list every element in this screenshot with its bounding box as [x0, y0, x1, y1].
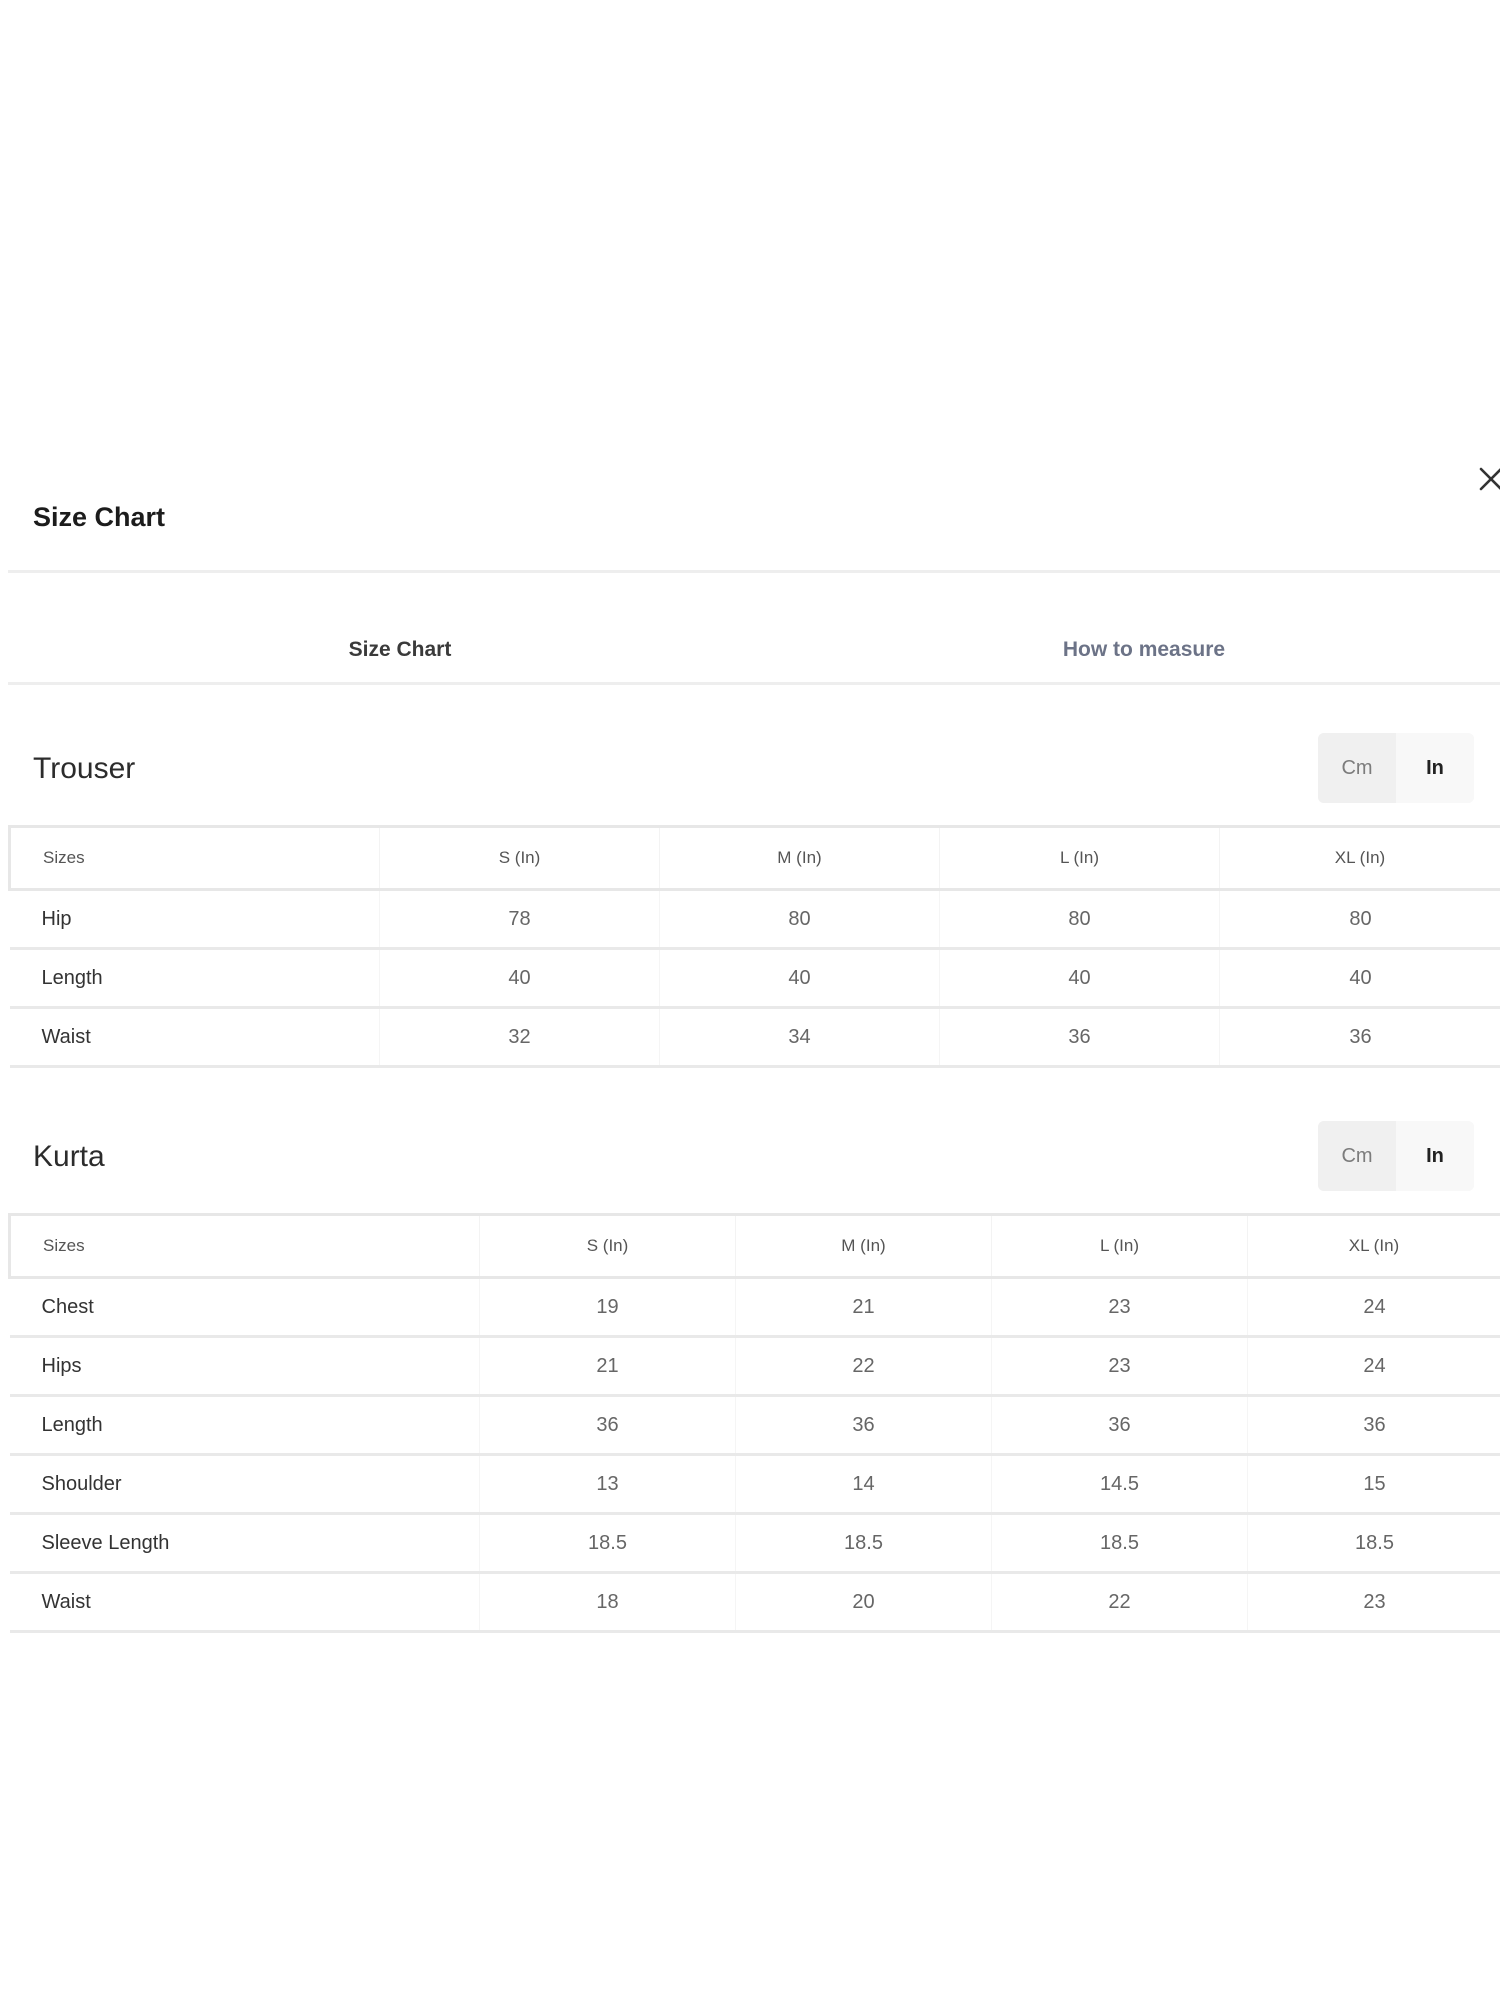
unit-toggle-trouser: Cm In — [1318, 733, 1474, 803]
table-header-row: Sizes S (In) M (In) L (In) XL (In) — [8, 825, 1500, 891]
size-column-header: XL (In) — [1247, 1213, 1500, 1279]
section-title-kurta: Kurta — [33, 1140, 105, 1173]
unit-option-cm[interactable]: Cm — [1318, 1121, 1396, 1191]
measurement-value: 40 — [1219, 948, 1500, 1009]
tabs-divider — [8, 682, 1500, 685]
size-column-header: L (In) — [991, 1213, 1248, 1279]
size-table-trouser: Sizes S (In) M (In) L (In) XL (In) Hip 78 80 80… — [8, 825, 1500, 1068]
table-row: Hip 78 80 80 80 — [9, 889, 1500, 950]
measurement-value: 15 — [1247, 1454, 1500, 1515]
measurement-value: 18.5 — [991, 1513, 1248, 1574]
close-icon — [1479, 467, 1500, 491]
measurement-value: 22 — [991, 1572, 1248, 1633]
measurement-label: Length — [9, 1395, 480, 1456]
measurement-value: 23 — [991, 1336, 1248, 1397]
table-header-row: Sizes S (In) M (In) L (In) XL (In) — [8, 1213, 1500, 1279]
measurement-value: 36 — [1219, 1007, 1500, 1068]
measurement-label: Chest — [9, 1277, 480, 1338]
header-divider — [8, 570, 1500, 573]
measurement-value: 14.5 — [991, 1454, 1248, 1515]
measurement-value: 78 — [379, 889, 660, 950]
measurement-value: 21 — [735, 1277, 992, 1338]
measurement-value: 19 — [479, 1277, 736, 1338]
unit-option-in[interactable]: In — [1396, 1121, 1474, 1191]
measurement-value: 34 — [659, 1007, 940, 1068]
size-column-header: M (In) — [735, 1213, 992, 1279]
measurement-value: 32 — [379, 1007, 660, 1068]
measurement-value: 18.5 — [1247, 1513, 1500, 1574]
measurement-value: 36 — [735, 1395, 992, 1456]
table-row: Length 36 36 36 36 — [9, 1395, 1500, 1456]
measurement-value: 24 — [1247, 1336, 1500, 1397]
measurement-label: Waist — [9, 1007, 380, 1068]
measurement-value: 80 — [659, 889, 940, 950]
measurement-value: 14 — [735, 1454, 992, 1515]
measurement-label: Waist — [9, 1572, 480, 1633]
tab-how-to-measure[interactable]: How to measure — [784, 638, 1500, 662]
measurement-value: 24 — [1247, 1277, 1500, 1338]
size-chart-modal: Size Chart Size Chart How to measure Tro… — [0, 440, 1500, 1640]
size-column-header: L (In) — [939, 825, 1220, 891]
measurement-value: 22 — [735, 1336, 992, 1397]
close-button[interactable] — [1470, 460, 1500, 496]
measurement-value: 40 — [379, 948, 660, 1009]
measurement-value: 20 — [735, 1572, 992, 1633]
size-column-header: S (In) — [479, 1213, 736, 1279]
unit-toggle-kurta: Cm In — [1318, 1121, 1474, 1191]
size-column-header: XL (In) — [1219, 825, 1500, 891]
section-title-trouser: Trouser — [33, 752, 136, 785]
size-column-header: S (In) — [379, 825, 660, 891]
measurement-value: 21 — [479, 1336, 736, 1397]
unit-option-in[interactable]: In — [1396, 733, 1474, 803]
size-column-header: M (In) — [659, 825, 940, 891]
table-row: Waist 32 34 36 36 — [9, 1007, 1500, 1068]
measurement-value: 36 — [939, 1007, 1220, 1068]
table-row: Hips 21 22 23 24 — [9, 1336, 1500, 1397]
measurement-value: 13 — [479, 1454, 736, 1515]
measurement-label: Hip — [9, 889, 380, 950]
measurement-value: 80 — [1219, 889, 1500, 950]
measurement-value: 23 — [991, 1277, 1248, 1338]
measurement-value: 80 — [939, 889, 1220, 950]
measurement-value: 18.5 — [479, 1513, 736, 1574]
measurement-value: 18.5 — [735, 1513, 992, 1574]
measurement-label: Hips — [9, 1336, 480, 1397]
measurement-label: Length — [9, 948, 380, 1009]
table-row: Sleeve Length 18.5 18.5 18.5 18.5 — [9, 1513, 1500, 1574]
table-row: Waist 18 20 22 23 — [9, 1572, 1500, 1633]
table-row: Chest 19 21 23 24 — [9, 1277, 1500, 1338]
sizes-column-header: Sizes — [8, 1213, 480, 1279]
sizes-column-header: Sizes — [8, 825, 380, 891]
measurement-value: 36 — [991, 1395, 1248, 1456]
measurement-label: Shoulder — [9, 1454, 480, 1515]
table-row: Length 40 40 40 40 — [9, 948, 1500, 1009]
tab-size-chart[interactable]: Size Chart — [40, 638, 760, 662]
modal-title: Size Chart — [33, 502, 166, 532]
unit-option-cm[interactable]: Cm — [1318, 733, 1396, 803]
measurement-label: Sleeve Length — [9, 1513, 480, 1574]
measurement-value: 36 — [479, 1395, 736, 1456]
measurement-value: 40 — [659, 948, 940, 1009]
table-row: Shoulder 13 14 14.5 15 — [9, 1454, 1500, 1515]
measurement-value: 23 — [1247, 1572, 1500, 1633]
measurement-value: 36 — [1247, 1395, 1500, 1456]
measurement-value: 18 — [479, 1572, 736, 1633]
size-table-kurta: Sizes S (In) M (In) L (In) XL (In) Chest 19 21… — [8, 1213, 1500, 1633]
measurement-value: 40 — [939, 948, 1220, 1009]
